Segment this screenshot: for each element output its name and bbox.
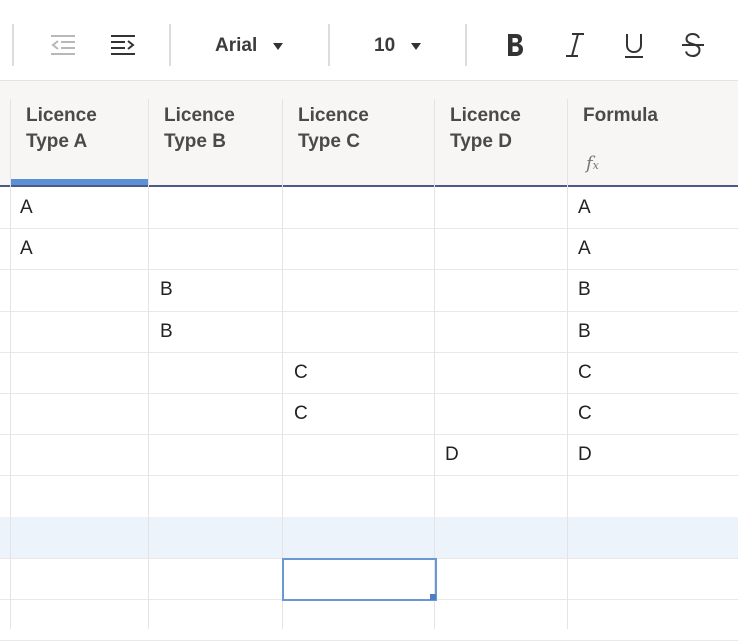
table-row: AA — [0, 228, 738, 269]
table-row — [0, 517, 738, 558]
header-line1: Licence — [298, 105, 369, 126]
spreadsheet-grid: Licence Type A Licence Type B Licence Ty… — [0, 81, 738, 641]
toolbar-separator — [465, 24, 467, 66]
bold-icon[interactable] — [498, 26, 532, 64]
table-cell[interactable]: B — [160, 311, 173, 352]
strikethrough-icon[interactable] — [676, 26, 710, 64]
font-family-value: Arial — [215, 35, 258, 56]
font-size-value: 10 — [374, 35, 396, 56]
table-cell[interactable]: A — [578, 187, 591, 228]
italic-icon[interactable] — [558, 26, 592, 64]
column-header-licence-type-d[interactable]: Licence Type D — [434, 81, 567, 185]
formula-fx-icon: fx — [586, 153, 599, 174]
formatting-toolbar: Arial 10 — [0, 0, 738, 81]
column-divider — [567, 99, 568, 629]
chevron-down-icon — [273, 42, 284, 50]
header-line2: Type A — [26, 131, 88, 152]
column-divider — [282, 99, 283, 629]
table-cell[interactable]: C — [578, 352, 592, 393]
table-cell[interactable]: C — [578, 393, 592, 434]
table-row: DD — [0, 434, 738, 475]
table-cell[interactable]: A — [578, 228, 591, 269]
table-row — [0, 599, 738, 640]
table-row: AA — [0, 187, 738, 228]
toolbar-separator — [12, 24, 14, 66]
header-line2: Type B — [164, 131, 226, 152]
table-row: CC — [0, 393, 738, 434]
header-line1: Licence — [450, 105, 521, 126]
font-size-select[interactable]: 10 — [374, 30, 422, 62]
table-cell[interactable]: B — [160, 269, 173, 310]
chevron-down-icon — [411, 42, 422, 50]
table-cell[interactable]: C — [294, 352, 308, 393]
font-family-select[interactable]: Arial — [215, 30, 284, 62]
table-row: BB — [0, 269, 738, 310]
table-cell[interactable]: C — [294, 393, 308, 434]
table-row: CC — [0, 352, 738, 393]
column-divider — [434, 99, 435, 629]
selected-cell[interactable] — [282, 558, 437, 601]
header-line2: Type D — [450, 131, 512, 152]
table-cell[interactable]: D — [578, 434, 592, 475]
header-line1: Formula — [583, 105, 658, 126]
column-header-licence-type-c[interactable]: Licence Type C — [282, 81, 434, 185]
fill-handle[interactable] — [430, 594, 436, 600]
header-line1: Licence — [164, 105, 235, 126]
column-divider — [148, 99, 149, 629]
toolbar-separator — [328, 24, 330, 66]
decrease-indent-icon[interactable] — [46, 26, 80, 64]
toolbar-separator — [169, 24, 171, 66]
column-divider — [10, 99, 11, 629]
column-header-licence-type-a[interactable]: Licence Type A — [10, 81, 148, 185]
table-cell[interactable]: A — [20, 228, 33, 269]
header-line1: Licence — [26, 105, 97, 126]
table-cell[interactable]: A — [20, 187, 33, 228]
table-cell[interactable]: B — [578, 269, 591, 310]
table-cell[interactable]: B — [578, 311, 591, 352]
underline-icon[interactable] — [617, 26, 651, 64]
increase-indent-icon[interactable] — [106, 26, 140, 64]
column-header-licence-type-b[interactable]: Licence Type B — [148, 81, 282, 185]
table-row — [0, 475, 738, 516]
table-cell[interactable]: D — [445, 434, 459, 475]
header-line2: Type C — [298, 131, 360, 152]
table-row: BB — [0, 311, 738, 352]
